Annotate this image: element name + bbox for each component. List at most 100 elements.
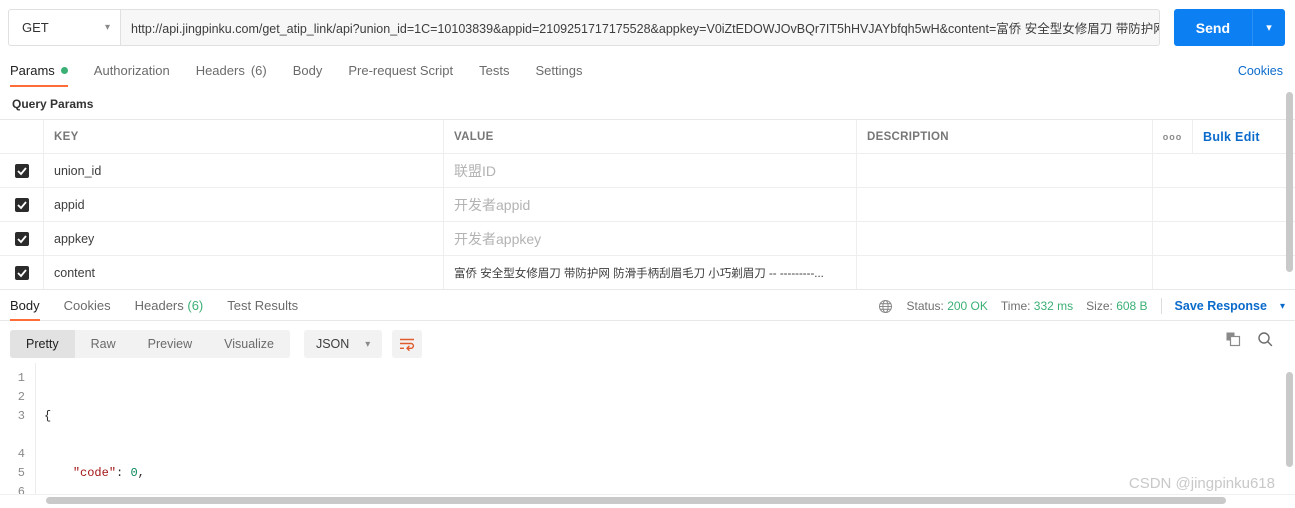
row-checkbox-cell bbox=[0, 154, 44, 187]
tab-authorization[interactable]: Authorization bbox=[94, 63, 170, 87]
row-value[interactable]: 开发者appid bbox=[444, 188, 857, 221]
wrap-lines-button[interactable] bbox=[392, 330, 423, 358]
row-checkbox-cell bbox=[0, 222, 44, 255]
json-code-content[interactable]: { "code": 0, "content": "富侨 安全型女修眉刀 带防护网… bbox=[36, 363, 1295, 495]
save-response-button[interactable]: Save Response bbox=[1175, 299, 1267, 313]
checkbox-checked-icon[interactable] bbox=[14, 265, 29, 280]
row-key[interactable]: content bbox=[44, 256, 444, 289]
response-tab-body[interactable]: Body bbox=[10, 298, 40, 321]
content-type-select[interactable]: JSON ▾ bbox=[303, 330, 383, 358]
row-key[interactable]: appid bbox=[44, 188, 444, 221]
tab-params-label: Params bbox=[10, 63, 55, 78]
response-body-actions bbox=[1225, 331, 1273, 347]
row-spacer-2 bbox=[1193, 222, 1295, 255]
line-number: 3 bbox=[17, 409, 25, 423]
copy-icon[interactable] bbox=[1225, 331, 1241, 347]
tab-tests-label: Tests bbox=[479, 63, 510, 78]
response-horizontal-scrollbar[interactable] bbox=[46, 497, 1226, 504]
line-number: 5 bbox=[17, 466, 25, 480]
row-value[interactable]: 富侨 安全型女修眉刀 带防护网 防滑手柄刮眉毛刀 小巧剃眉刀 -- ------… bbox=[444, 256, 857, 289]
row-key[interactable]: appkey bbox=[44, 222, 444, 255]
tab-body-label: Body bbox=[292, 63, 323, 78]
tab-tests[interactable]: Tests bbox=[479, 63, 509, 87]
table-options-icon[interactable]: ooo bbox=[1153, 120, 1193, 153]
cookies-link[interactable]: Cookies bbox=[1238, 64, 1283, 78]
line-number: 4 bbox=[17, 447, 25, 461]
tab-pre-request-script-label: Pre-request Script bbox=[348, 63, 454, 78]
row-spacer bbox=[1153, 222, 1193, 255]
search-icon[interactable] bbox=[1257, 331, 1273, 347]
query-params-table: KEY VALUE DESCRIPTION ooo Bulk Edit unio… bbox=[0, 119, 1295, 290]
checkbox-checked-icon[interactable] bbox=[14, 231, 29, 246]
response-body-code: 1 2 3 4 5 6 { "code": 0, "content": "富侨 … bbox=[0, 363, 1295, 495]
save-response-chevron-down-icon[interactable]: ▾ bbox=[1280, 301, 1285, 312]
format-visualize-button[interactable]: Visualize bbox=[208, 330, 290, 358]
chevron-down-icon: ▾ bbox=[104, 21, 110, 33]
response-tab-headers-label: Headers bbox=[134, 298, 184, 313]
response-vertical-scrollbar[interactable] bbox=[1286, 372, 1293, 467]
status-label: Status: bbox=[906, 299, 944, 313]
response-tab-cookies[interactable]: Cookies bbox=[64, 298, 111, 320]
row-description[interactable] bbox=[857, 188, 1153, 221]
request-url-bar: GET ▾ http://api.jingpinku.com/get_atip_… bbox=[0, 0, 1295, 55]
format-preview-button[interactable]: Preview bbox=[132, 330, 208, 358]
brace-open: { bbox=[44, 409, 52, 423]
http-method-label: GET bbox=[22, 20, 49, 35]
tab-body[interactable]: Body bbox=[293, 63, 323, 87]
row-value[interactable]: 联盟ID bbox=[444, 154, 857, 187]
response-tab-cookies-label: Cookies bbox=[63, 298, 111, 313]
row-description[interactable] bbox=[857, 154, 1153, 187]
response-tab-headers[interactable]: Headers (6) bbox=[135, 298, 204, 320]
size-label: Size: bbox=[1086, 299, 1113, 313]
tab-params[interactable]: Params bbox=[10, 63, 68, 87]
format-raw-button[interactable]: Raw bbox=[75, 330, 132, 358]
row-description[interactable] bbox=[857, 256, 1153, 289]
table-header-row: KEY VALUE DESCRIPTION ooo Bulk Edit bbox=[0, 120, 1295, 154]
divider bbox=[1160, 298, 1162, 314]
format-pretty-button[interactable]: Pretty bbox=[10, 330, 75, 358]
header-checkbox-cell bbox=[0, 120, 44, 153]
status-metric: Status: 200 OK bbox=[906, 299, 987, 313]
size-metric: Size: 608 B bbox=[1086, 299, 1147, 313]
tab-headers-label: Headers bbox=[195, 63, 245, 78]
tab-settings[interactable]: Settings bbox=[535, 63, 582, 87]
row-key[interactable]: union_id bbox=[44, 154, 444, 187]
response-tab-test-results-label: Test Results bbox=[227, 298, 299, 313]
tab-authorization-label: Authorization bbox=[93, 63, 170, 78]
row-checkbox-cell bbox=[0, 188, 44, 221]
response-tab-headers-count: (6) bbox=[187, 298, 204, 313]
tab-pre-request-script[interactable]: Pre-request Script bbox=[348, 63, 453, 87]
table-row: appkey 开发者appkey bbox=[0, 222, 1295, 256]
line-number: 1 bbox=[17, 371, 25, 385]
row-description[interactable] bbox=[857, 222, 1153, 255]
json-value-code: 0 bbox=[130, 466, 138, 480]
tab-headers-count: (6) bbox=[250, 63, 267, 78]
time-metric: Time: 332 ms bbox=[1001, 299, 1073, 313]
tab-settings-label: Settings bbox=[535, 63, 583, 78]
request-tabs: Params Authorization Headers (6) Body Pr… bbox=[0, 55, 1295, 87]
checkbox-checked-icon[interactable] bbox=[14, 197, 29, 212]
response-format-toolbar: Pretty Raw Preview Visualize JSON ▾ bbox=[0, 321, 1295, 363]
content-type-label: JSON bbox=[315, 337, 350, 351]
chevron-down-icon: ▾ bbox=[365, 338, 371, 350]
checkbox-checked-icon[interactable] bbox=[14, 163, 29, 178]
response-tab-body-label: Body bbox=[10, 298, 40, 313]
http-method-select[interactable]: GET ▾ bbox=[8, 9, 120, 46]
line-number: 2 bbox=[17, 390, 25, 404]
row-spacer-2 bbox=[1193, 188, 1295, 221]
table-row: union_id 联盟ID bbox=[0, 154, 1295, 188]
header-description: DESCRIPTION bbox=[857, 120, 1153, 153]
size-value: 608 B bbox=[1116, 299, 1148, 313]
response-tab-test-results[interactable]: Test Results bbox=[227, 298, 298, 320]
params-modified-dot-icon bbox=[60, 67, 68, 74]
url-input[interactable]: http://api.jingpinku.com/get_atip_link/a… bbox=[120, 9, 1160, 46]
bulk-edit-button[interactable]: Bulk Edit bbox=[1193, 120, 1295, 153]
send-button[interactable]: Send bbox=[1173, 9, 1252, 46]
row-value[interactable]: 开发者appkey bbox=[444, 222, 857, 255]
send-options-caret-icon[interactable]: ▾ bbox=[1252, 9, 1285, 46]
request-vertical-scrollbar[interactable] bbox=[1286, 92, 1293, 272]
table-row: appid 开发者appid bbox=[0, 188, 1295, 222]
tab-headers[interactable]: Headers (6) bbox=[196, 63, 267, 87]
status-value: 200 OK bbox=[947, 299, 988, 313]
query-params-label: Query Params bbox=[12, 97, 94, 111]
